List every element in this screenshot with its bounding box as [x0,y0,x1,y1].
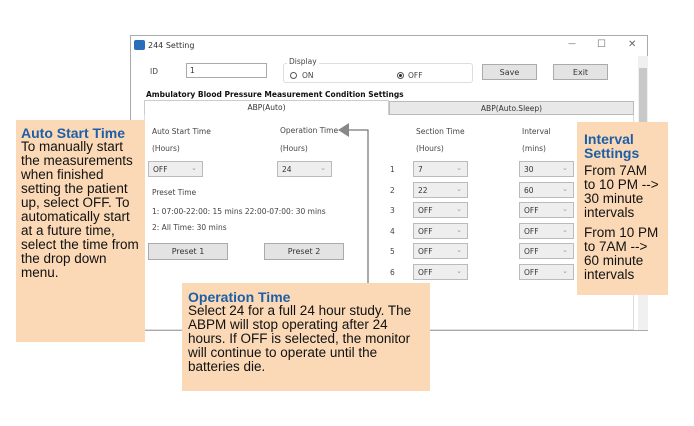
display-on-radio[interactable] [290,72,297,79]
interval-select[interactable]: OFF ⌄ [519,263,574,280]
display-label: Display [287,57,319,66]
section-time-value: OFF [418,206,433,215]
display-off-radio[interactable] [397,72,404,79]
section-time-value: OFF [418,267,433,277]
section-time-select[interactable]: 22 ⌄ [413,181,468,198]
auto-start-select[interactable]: OFF ⌄ [148,161,203,177]
chevron-down-icon: ⌄ [562,164,568,172]
operation-time-value: 24 [282,165,292,174]
interval-value: 30 [524,165,534,174]
save-button[interactable]: Save [482,64,537,80]
interval-select[interactable]: 30 ⌄ [519,161,574,177]
chevron-down-icon: ⌄ [456,205,462,213]
section-time-label: Section Time [416,127,465,136]
section-time-select[interactable]: OFF ⌄ [413,222,468,239]
exit-button[interactable]: Exit [553,64,608,80]
app-icon [134,40,145,50]
preset-1-button[interactable]: Preset 1 [148,243,228,260]
row-number: 5 [390,247,395,256]
minimize-button[interactable]: — [568,39,576,48]
callout-title: Interval Settings [584,131,640,161]
chevron-down-icon: ⌄ [456,225,462,234]
id-input[interactable]: 1 [186,63,267,78]
section-time-value: 7 [418,165,423,174]
section-title: Ambulatory Blood Pressure Measurement Co… [146,90,404,99]
interval-value: OFF [524,206,539,215]
chevron-down-icon: ⌄ [456,266,462,275]
chevron-down-icon: ⌄ [562,225,568,234]
section-time-value: OFF [418,226,433,236]
tab-abp-auto[interactable]: ABP(Auto) [144,100,389,115]
window-title: 244 Setting [148,41,195,50]
section-time-select[interactable]: 7 ⌄ [413,161,468,177]
section-time-select[interactable]: OFF ⌄ [413,243,468,259]
display-on-label: ON [302,71,314,80]
callout-arrow [338,123,369,285]
callout-body-2: From 10 PM to 7AM --> 60 minute interval… [584,225,659,282]
arrow-head-icon [338,123,349,137]
row-number: 1 [390,165,395,174]
row-number: 6 [390,267,395,277]
row-number: 3 [390,206,395,215]
section-time-select[interactable]: OFF ⌄ [413,202,468,218]
chevron-down-icon: ⌄ [562,266,568,275]
operation-time-select[interactable]: 24 ⌄ [277,161,332,177]
callout-body: To manually start the measurements when … [21,139,139,280]
interval-value: OFF [524,247,539,256]
callout-body: Select 24 for a full 24 hour study. The … [188,303,412,374]
callout-body-1: From 7AM to 10 PM --> 30 minute interval… [584,163,659,220]
chevron-down-icon: ⌄ [191,164,197,172]
callout-title: Auto Start Time [21,125,125,141]
interval-label: Interval [522,127,551,136]
auto-start-unit: (Hours) [152,144,180,153]
preset-2-desc: 2: All Time: 30 mins [152,223,227,232]
id-label: ID [150,67,158,76]
section-time-select[interactable]: OFF ⌄ [413,263,468,280]
interval-callout: Interval Settings From 7AM to 10 PM --> … [577,122,668,295]
callout-title: Operation Time [188,289,291,305]
tab-abp-auto-sleep[interactable]: ABP(Auto.Sleep) [389,101,634,115]
auto-start-callout: Auto Start Time To manually start the me… [16,120,145,342]
interval-select[interactable]: OFF ⌄ [519,243,574,259]
section-time-unit: (Hours) [416,144,444,153]
operation-time-unit: (Hours) [280,144,308,153]
row-number: 2 [390,185,395,195]
interval-select[interactable]: OFF ⌄ [519,202,574,218]
interval-select[interactable]: OFF ⌄ [519,222,574,239]
auto-start-label: Auto Start Time [152,127,211,136]
chevron-down-icon: ⌄ [562,184,568,193]
interval-unit: (mins) [522,144,546,153]
chevron-down-icon: ⌄ [456,184,462,193]
operation-time-callout: Operation Time Select 24 for a full 24 h… [182,283,430,391]
chevron-down-icon: ⌄ [456,246,462,254]
section-time-value: OFF [418,247,433,256]
chevron-down-icon: ⌄ [562,246,568,254]
maximize-button[interactable]: ☐ [597,39,606,50]
chevron-down-icon: ⌄ [320,164,326,172]
section-time-value: 22 [418,185,428,195]
interval-value: OFF [524,226,539,236]
chevron-down-icon: ⌄ [562,205,568,213]
interval-value: 60 [524,185,534,195]
close-button[interactable]: ✕ [628,39,636,50]
interval-select[interactable]: 60 ⌄ [519,181,574,198]
row-number: 4 [390,226,395,236]
chevron-down-icon: ⌄ [456,164,462,172]
display-off-label: OFF [408,71,423,80]
preset-time-label: Preset Time [152,188,197,197]
auto-start-value: OFF [153,165,168,174]
preset-1-desc: 1: 07:00-22:00: 15 mins 22:00-07:00: 30 … [152,207,326,216]
interval-value: OFF [524,267,539,277]
